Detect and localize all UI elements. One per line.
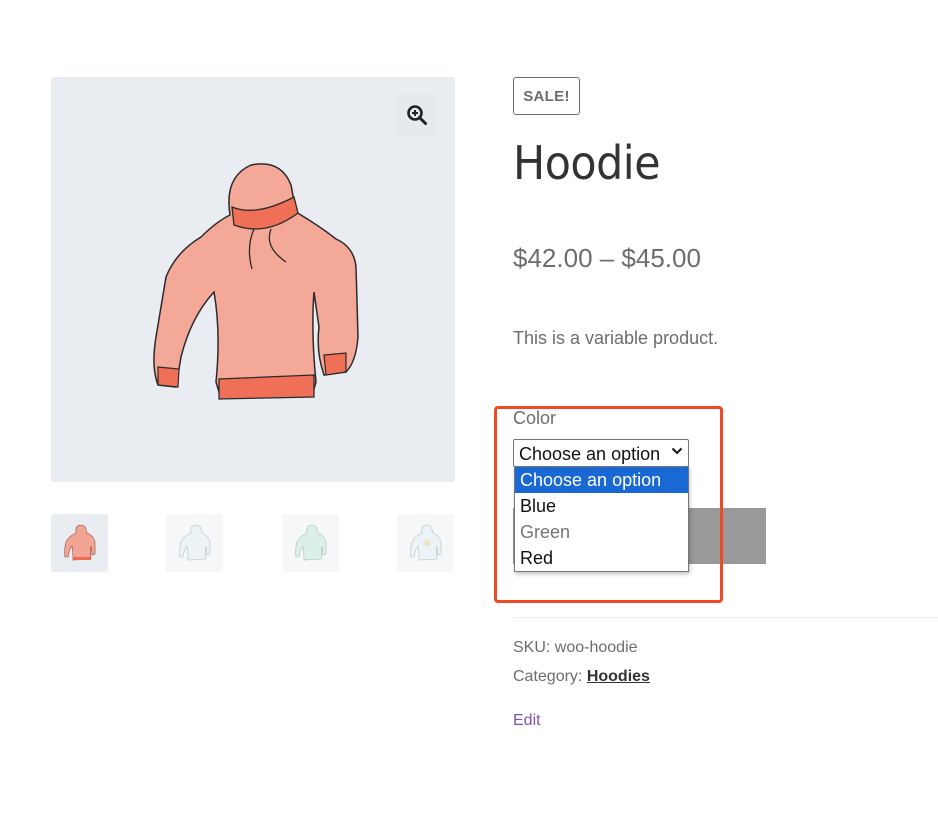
chevron-down-icon bbox=[671, 447, 683, 455]
hoodie-thumb-icon bbox=[294, 524, 326, 561]
product-description: This is a variable product. bbox=[513, 328, 719, 348]
thumbnail-blue[interactable] bbox=[166, 514, 223, 572]
color-label: Color bbox=[513, 408, 557, 428]
edit-link[interactable]: Edit bbox=[513, 712, 541, 730]
color-select[interactable]: Choose an option bbox=[513, 439, 689, 467]
zoom-button[interactable] bbox=[396, 94, 438, 136]
sku-line: SKU: woo-hoodie bbox=[513, 639, 638, 657]
category-line: Category: Hoodies bbox=[513, 668, 650, 686]
product-main-image[interactable] bbox=[51, 77, 455, 482]
divider bbox=[513, 617, 938, 618]
thumbnail-strip bbox=[51, 514, 455, 572]
product-title: Hoodie bbox=[513, 136, 661, 190]
option-red[interactable]: Red bbox=[515, 545, 688, 571]
thumbnail-green[interactable] bbox=[282, 514, 339, 572]
product-price: $42.00 – $45.00 bbox=[513, 243, 701, 273]
color-dropdown-list: Choose an option Blue Green Red bbox=[514, 466, 689, 572]
option-green[interactable]: Green bbox=[515, 519, 688, 545]
category-label: Category: bbox=[513, 668, 583, 685]
zoom-in-icon bbox=[407, 105, 427, 125]
hoodie-image bbox=[153, 163, 359, 400]
option-choose[interactable]: Choose an option bbox=[515, 467, 688, 493]
thumbnail-red[interactable] bbox=[51, 514, 108, 572]
hoodie-thumb-icon bbox=[409, 524, 441, 561]
sku-label: SKU: bbox=[513, 639, 551, 656]
sku-value: woo-hoodie bbox=[554, 639, 638, 656]
hoodie-thumb-icon bbox=[63, 524, 95, 561]
option-blue[interactable]: Blue bbox=[515, 493, 688, 519]
color-select-value: Choose an option bbox=[519, 443, 661, 464]
sale-badge: SALE! bbox=[513, 77, 580, 115]
thumbnail-logo[interactable] bbox=[397, 514, 454, 572]
hoodie-thumb-icon bbox=[178, 524, 210, 561]
category-link[interactable]: Hoodies bbox=[587, 668, 650, 685]
